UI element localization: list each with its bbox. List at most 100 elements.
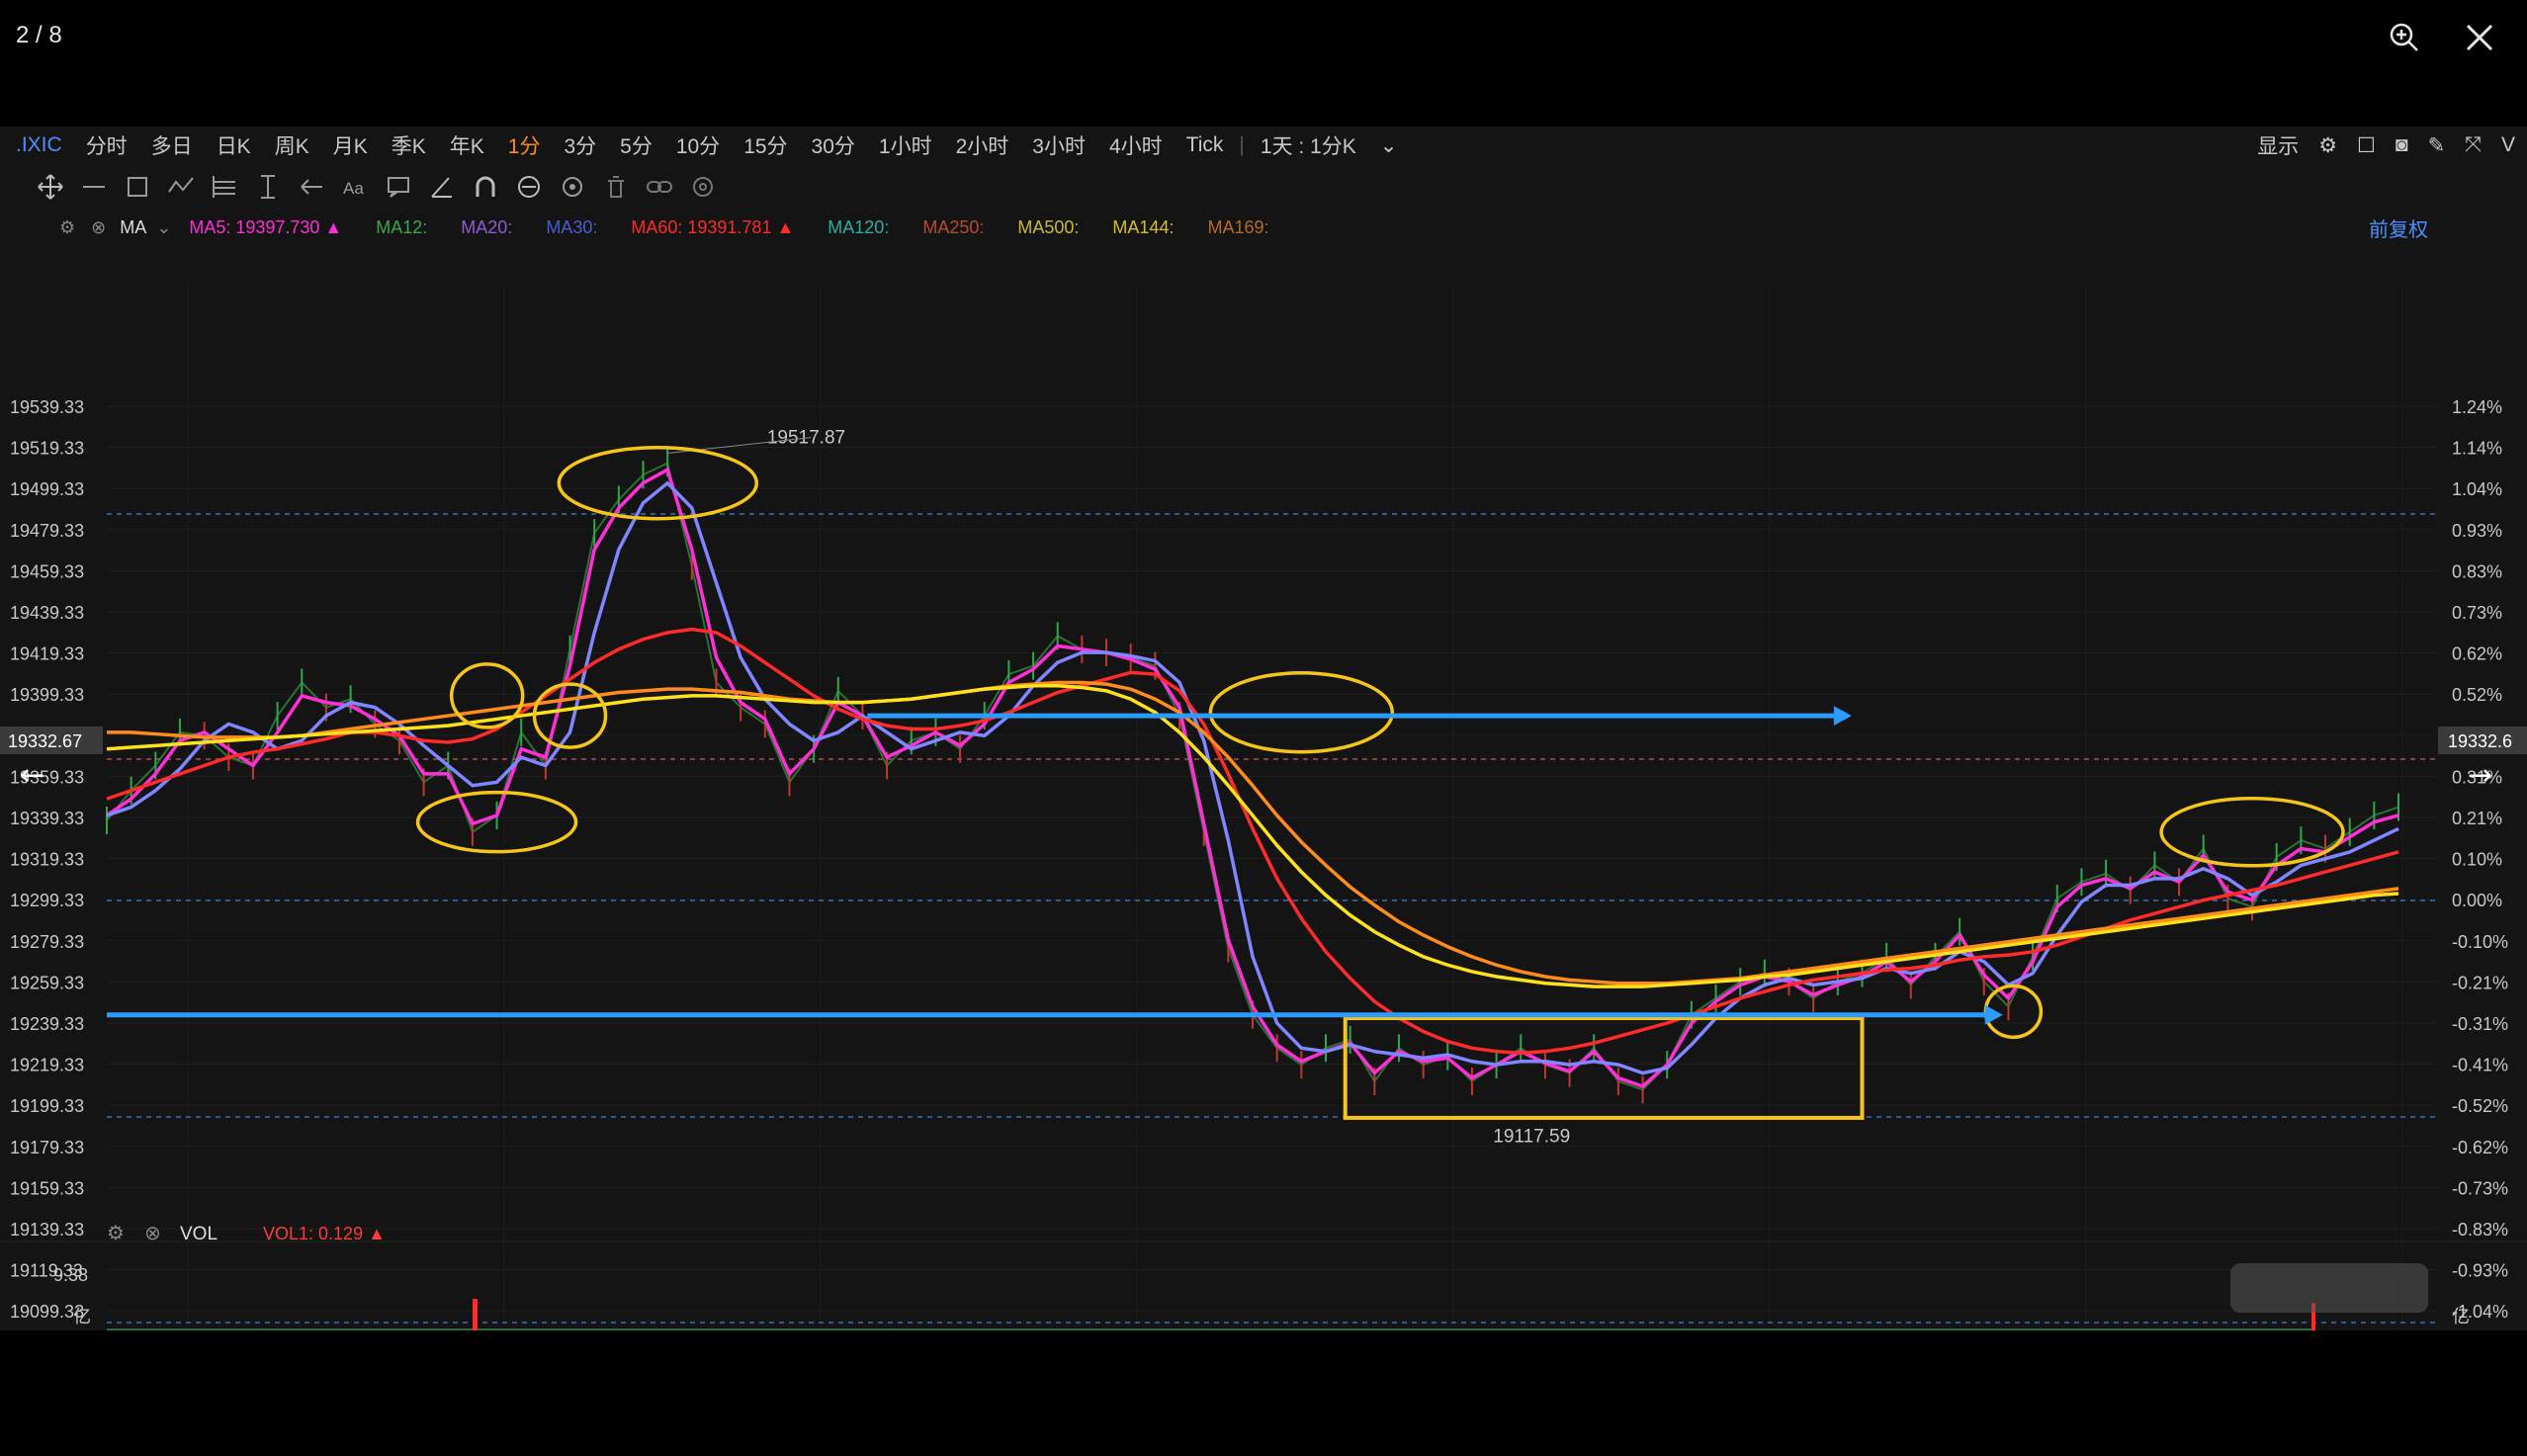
volume-unit-label: 亿 <box>73 1307 91 1327</box>
pct-tick-label: 0.73% <box>2452 603 2502 623</box>
price-tick-label: 19499.33 <box>10 479 84 499</box>
fib-tool-icon[interactable] <box>210 172 239 202</box>
pct-tick-label: 0.21% <box>2452 809 2502 828</box>
tab-period[interactable]: 5分 <box>608 130 664 160</box>
highlight-ellipse <box>449 662 525 729</box>
image-counter: 2 / 8 <box>16 22 62 48</box>
comment-icon[interactable] <box>384 172 413 202</box>
tab-period[interactable]: 年K <box>438 130 496 160</box>
pct-tick-label: -0.52% <box>2452 1096 2508 1116</box>
chart-app: .IXIC 分时 多日 日K 周K 月K 季K 年K 1分 3分 5分 10分 … <box>0 127 2527 1330</box>
arrow-left-icon[interactable] <box>297 172 326 202</box>
zoom-in-icon[interactable] <box>2387 20 2422 55</box>
low-label: 19117.59 <box>1493 1127 1570 1148</box>
tab-period[interactable]: 1小时 <box>867 130 944 160</box>
price-tick-label: 19459.33 <box>10 561 84 581</box>
pct-tick-label: 1.04% <box>2452 479 2502 499</box>
pct-tick-label: 1.24% <box>2452 397 2502 417</box>
current-price-label: 19332.67 <box>8 731 82 751</box>
link-icon[interactable] <box>645 172 674 202</box>
price-tick-label: 19159.33 <box>10 1178 84 1198</box>
tab-period[interactable]: 分时 <box>74 130 139 160</box>
range-dropdown[interactable]: 1天 : 1分K <box>1249 130 1368 160</box>
measure-tool-icon[interactable] <box>253 172 283 202</box>
magnet-icon[interactable] <box>471 172 500 202</box>
arrow-left-icon[interactable]: ← <box>20 758 44 793</box>
display-dropdown[interactable]: 显示 <box>2257 130 2299 160</box>
ma-legend: MA5: 19397.730 ▲ MA12: MA20: MA30: MA60: 193… <box>189 217 1302 238</box>
camera-icon[interactable]: ◙ <box>2396 133 2408 157</box>
ma-legend-item[interactable]: MA120: <box>828 217 889 238</box>
pct-tick-label: -0.73% <box>2452 1178 2508 1198</box>
tab-period[interactable]: 10分 <box>664 130 732 160</box>
arrow-right-icon[interactable]: → <box>2468 758 2492 793</box>
tab-period[interactable]: 月K <box>321 130 380 160</box>
trash-icon[interactable] <box>601 172 631 202</box>
volume-bar <box>473 1299 478 1330</box>
tab-period[interactable]: 季K <box>380 130 438 160</box>
text-tool-icon[interactable]: Aa <box>340 172 370 202</box>
settings-icon[interactable] <box>688 172 718 202</box>
price-tick-label: 19339.33 <box>10 809 84 828</box>
highlight-ellipse <box>557 445 759 521</box>
close-circle-icon[interactable]: ⊗ <box>91 217 106 238</box>
wave-tool-icon[interactable] <box>166 172 196 202</box>
chevron-down-icon[interactable]: ⌄ <box>156 217 171 238</box>
ma-legend-item[interactable]: MA144: <box>1112 217 1174 238</box>
viewer-topbar: 2 / 8 <box>0 0 2527 127</box>
price-chart[interactable]: 19539.33 1.24% 19519.33 1.14% 19499.33 1.04% 1… <box>0 245 2527 1330</box>
rect-tool-icon[interactable] <box>123 172 152 202</box>
ma-legend-item[interactable]: MA60: 19391.781 ▲ <box>631 217 794 238</box>
indicator-name[interactable]: MA <box>120 217 146 238</box>
highlight-ellipse <box>532 682 608 749</box>
tab-period[interactable]: 日K <box>205 130 263 160</box>
tab-period[interactable]: 周K <box>263 130 321 160</box>
tab-period[interactable]: 4小时 <box>1097 130 1175 160</box>
pct-tick-label: 0.83% <box>2452 561 2502 581</box>
tab-period[interactable]: 2小时 <box>944 130 1021 160</box>
ma-legend-item[interactable]: MA12: <box>376 217 427 238</box>
ma-legend-item[interactable]: MA250: <box>922 217 984 238</box>
symbol-label[interactable]: .IXIC <box>0 133 74 157</box>
gear-icon[interactable]: ⚙ <box>2318 133 2337 158</box>
ma-line-ma5 <box>106 467 2399 1088</box>
tab-period[interactable]: 3小时 <box>1020 130 1097 160</box>
price-tick-label: 19299.33 <box>10 891 84 910</box>
more-icon[interactable]: V <box>2501 133 2515 157</box>
svg-text:Aa: Aa <box>343 179 364 198</box>
price-tick-label: 19199.33 <box>10 1096 84 1116</box>
pct-tick-label: -0.21% <box>2452 973 2508 992</box>
close-icon[interactable] <box>2462 20 2497 55</box>
right-toolbar: 显示 ⚙ ☐ ◙ ✎ ⤧ V <box>2257 127 2527 164</box>
angle-tool-icon[interactable] <box>427 172 457 202</box>
price-tick-label: 19479.33 <box>10 521 84 541</box>
tab-period[interactable]: Tick <box>1175 133 1236 157</box>
highlight-ellipse <box>2159 797 2345 868</box>
adjust-label[interactable]: 前复权 <box>2369 214 2428 242</box>
volume-unit-label-right: 亿 <box>2452 1307 2470 1327</box>
tab-period[interactable]: 30分 <box>800 130 867 160</box>
price-tick-label: 19179.33 <box>10 1138 84 1157</box>
lock-icon[interactable] <box>514 172 544 202</box>
tab-period[interactable]: 多日 <box>139 130 205 160</box>
ma-legend-item[interactable]: MA500: <box>1017 217 1079 238</box>
chevron-down-icon[interactable]: ⌄ <box>1368 133 1410 158</box>
eye-icon[interactable] <box>558 172 587 202</box>
line-tool-icon[interactable] <box>79 172 109 202</box>
ma-legend-item[interactable]: MA5: 19397.730 ▲ <box>189 217 342 238</box>
ma-legend-item[interactable]: MA169: <box>1207 217 1268 238</box>
fullscreen-icon[interactable]: ⤧ <box>2465 133 2482 157</box>
tab-period[interactable]: 15分 <box>732 130 799 160</box>
move-icon[interactable] <box>36 172 65 202</box>
ma-legend-item[interactable]: MA30: <box>546 217 597 238</box>
pencil-icon[interactable]: ✎ <box>2428 133 2446 158</box>
current-price-label-right: 19332.6 <box>2448 731 2512 751</box>
layout-icon[interactable]: ☐ <box>2357 133 2376 158</box>
tab-divider: | <box>1239 133 1245 156</box>
tab-period-active[interactable]: 1分 <box>496 130 553 160</box>
ma-legend-item[interactable]: MA20: <box>461 217 512 238</box>
watermark-logo <box>2230 1263 2428 1313</box>
adjust-mode[interactable]: 前复权 <box>2369 210 2428 245</box>
gear-icon[interactable]: ⚙ <box>59 217 75 238</box>
tab-period[interactable]: 3分 <box>552 130 608 160</box>
